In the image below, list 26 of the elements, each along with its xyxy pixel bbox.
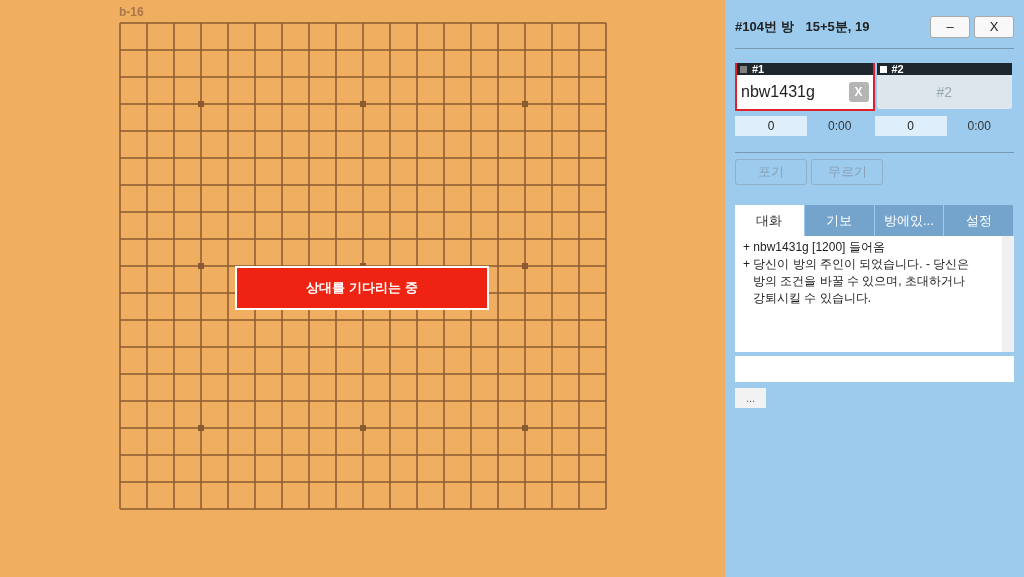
player-slot[interactable]: #2 #2 — [874, 63, 1014, 111]
tab[interactable]: 기보 — [804, 205, 875, 236]
waiting-banner: 상대를 기다리는 중 — [235, 266, 489, 310]
tab[interactable]: 대화 — [735, 205, 805, 236]
slot-number: #1 — [752, 63, 765, 75]
tab[interactable]: 설정 — [944, 205, 1014, 236]
player-slot[interactable]: #1 nbw1431g X — [735, 63, 875, 111]
chat-input[interactable] — [735, 356, 1014, 382]
minimize-button[interactable]: – — [930, 16, 970, 38]
chat-message: + nbw1431g [1200] 들어옴 — [743, 239, 886, 256]
room-settings: 15+5분, 19 — [805, 18, 870, 37]
slot-number: #2 — [891, 63, 904, 75]
board-label: b-16 — [119, 4, 144, 20]
chat-message: + 당신이 방의 주인이 되었습니다. - 당신은 방의 조건을 바꿀 수 있으며, 초대하거나 강퇴시킬 수 있습니다. — [743, 256, 971, 307]
board-grid-drawing[interactable] — [119, 22, 607, 510]
close-button[interactable]: X — [974, 16, 1014, 38]
player-name: nbw1431g — [741, 82, 815, 102]
more-button[interactable]: ... — [735, 388, 766, 408]
player-clock: 0:00 — [966, 118, 992, 135]
score-field: 0 — [874, 116, 947, 136]
player-clock: 0:00 — [827, 118, 853, 135]
score-field: 0 — [735, 116, 807, 136]
tab[interactable]: 방에있... — [874, 205, 945, 236]
room-title: #104번 방 — [735, 18, 794, 37]
player-name: #2 — [936, 82, 953, 102]
scrollbar[interactable] — [1002, 236, 1014, 352]
